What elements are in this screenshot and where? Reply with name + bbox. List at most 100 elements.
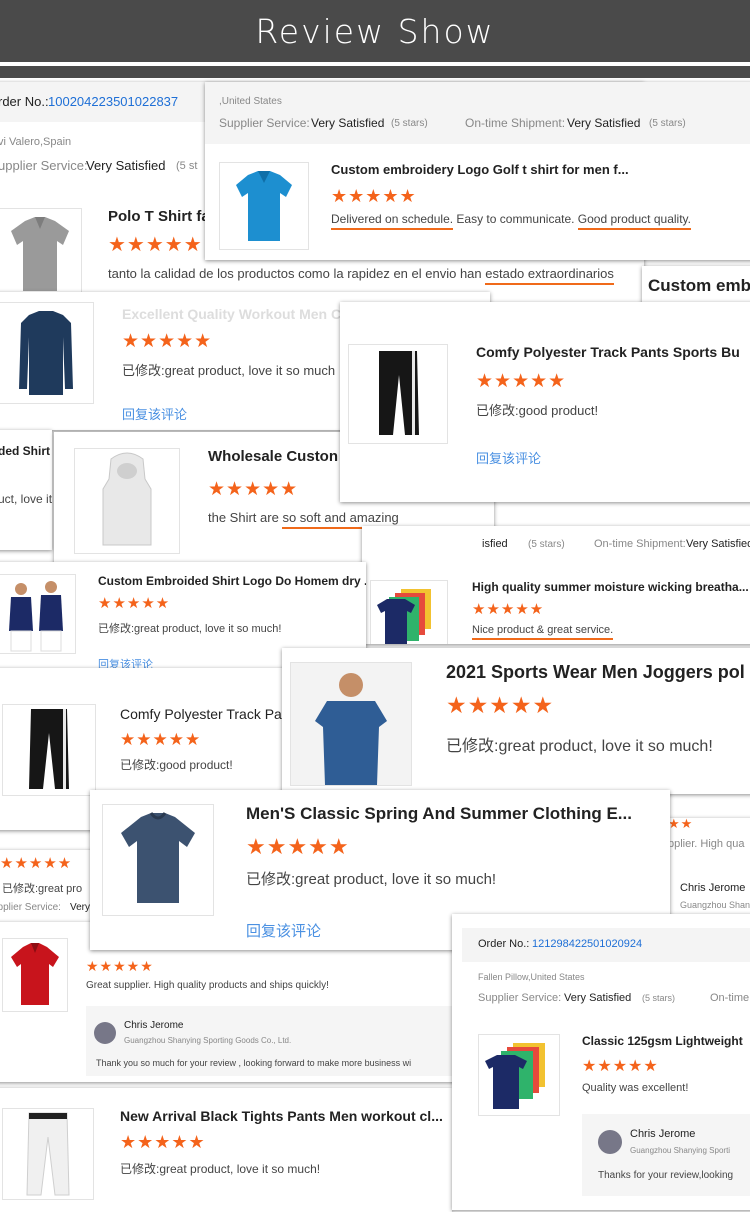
order-number-link[interactable]: 121298422501020924: [532, 938, 642, 950]
reply-link[interactable]: 回复该评论: [98, 656, 153, 668]
review-comment: 已修改:great product, love it so much!: [120, 1162, 321, 1176]
supplier-service-label: upplier Service:: [0, 158, 88, 173]
review-comment: 已修改:good product!: [120, 758, 233, 772]
review-header: [205, 82, 750, 144]
reply-link[interactable]: 回复该评论: [476, 448, 541, 467]
tights-icon: [3, 1109, 93, 1199]
reviewer-location: vi Valero,Spain: [0, 136, 72, 148]
rating-stars: ★★★★★: [98, 595, 171, 612]
product-thumbnail-golf[interactable]: [219, 162, 309, 250]
supplier-value-fragment: Very: [70, 902, 91, 913]
product-thumbnail-polo[interactable]: [0, 208, 82, 302]
supplier-reply: Chris Jerome Guangzhou Shanying Sporting…: [86, 1006, 460, 1076]
product-thumbnail-tshirts[interactable]: [478, 1034, 560, 1116]
order-number-link[interactable]: 100204223501022837: [48, 94, 178, 109]
reply-company: Guangzhou Shanying Sporti: [630, 1146, 731, 1155]
rating-stars: ★★★★★: [0, 855, 73, 872]
order-label: Order No.:: [478, 938, 530, 950]
product-thumbnail-vest[interactable]: [74, 448, 180, 554]
review-comment: the Shirt are so soft and amazing: [208, 510, 399, 529]
product-thumbnail-trackpants[interactable]: [348, 344, 448, 444]
review-card-moisture: isfied (5 stars) On-time Shipment: Very …: [362, 526, 750, 644]
product-title-link[interactable]: Comfy Polyester Track Pants Sports Bu: [476, 344, 740, 360]
review-comment: Delivered on schedule. Easy to communica…: [331, 212, 691, 230]
supplier-stars-note: (5 stars): [642, 993, 676, 1003]
reviewer-location: ,United States: [219, 96, 282, 107]
review-comment-highlight: estado extraordinarios: [485, 266, 614, 285]
reviewer-location: Fallen Pillow,United States: [478, 972, 585, 982]
rating-stars: ★★★★★: [108, 234, 203, 256]
supplier-value-fragment: isfied: [482, 538, 508, 550]
product-thumbnail-models[interactable]: [0, 574, 76, 654]
comment-text: Easy to communicate.: [453, 212, 578, 226]
reply-name: Chris Jerome: [124, 1020, 184, 1031]
supplier-stars-note: (5 stars): [528, 539, 565, 550]
polo-shirt-icon: [0, 209, 81, 301]
review-card-partial-right: ★★ pplier. High qua Chris Jerome Guangzh…: [668, 818, 750, 916]
product-thumbnail-redpolo[interactable]: [2, 938, 68, 1012]
track-pants-icon: [349, 345, 447, 443]
comment-fragment: 已修改:great pro: [2, 883, 83, 895]
product-title-fragment[interactable]: Custom emb: [648, 276, 750, 296]
shipment-value: Very Satisfied: [686, 538, 750, 550]
avatar-icon: [94, 1022, 116, 1044]
faded-product-title: Excellent Quality Workout Men C: [122, 306, 342, 322]
hooded-vest-icon: [75, 449, 179, 553]
shipment-stars-note: (5 stars): [649, 118, 686, 129]
product-thumbnail-tights[interactable]: [2, 1108, 94, 1200]
reply-name: Chris Jerome: [680, 882, 746, 894]
product-title-link[interactable]: Comfy Polyester Track Pa: [120, 706, 282, 722]
rating-stars: ★★★★★: [120, 730, 202, 749]
tshirt-stack-icon: [479, 1035, 559, 1115]
rating-stars: ★★★★★: [208, 479, 299, 500]
models-polo-icon: [0, 575, 75, 653]
reply-link[interactable]: 回复该评论: [246, 920, 321, 941]
banner-rule: [0, 66, 750, 78]
page-banner: Review Show: [0, 0, 750, 62]
reply-link[interactable]: 回复该评论: [122, 404, 187, 423]
product-thumbnail-longsleeve[interactable]: [0, 302, 94, 404]
product-title-link[interactable]: Custom Embroided Shirt Logo Do Homem dry…: [98, 574, 366, 588]
product-title-link[interactable]: New Arrival Black Tights Pants Men worko…: [120, 1108, 443, 1124]
shipment-label-fragment: On-time: [710, 992, 750, 1004]
rating-stars: ★★★★★: [120, 1132, 206, 1152]
product-thumbnail-tshirt[interactable]: [102, 804, 214, 916]
polo-shirt-icon: [220, 163, 308, 249]
rating-stars: ★★★★★: [476, 371, 567, 392]
review-card-emb-fragment: Custom emb: [642, 266, 750, 306]
product-thumbnail-trackpants[interactable]: [2, 704, 96, 796]
product-title-link[interactable]: High quality summer moisture wicking bre…: [472, 580, 749, 594]
review-comment: 已修改:great product, love it so much!: [246, 871, 497, 888]
page-title: Review Show: [255, 11, 495, 51]
review-comment: Quality was excellent!: [582, 1082, 689, 1094]
reply-company: Guangzhou Shanying Sporting Goods Co., L…: [124, 1036, 292, 1045]
product-thumbnail-model[interactable]: [290, 662, 412, 786]
supplier-service-value: Very Satisfied: [86, 158, 166, 173]
product-title-link[interactable]: 2021 Sports Wear Men Joggers pol: [446, 662, 745, 683]
comment-fragment: pplier. High qua: [668, 838, 745, 850]
supplier-stars-note: (5 stars): [391, 118, 428, 129]
product-title-link[interactable]: Wholesale Custon: [208, 448, 338, 465]
product-title-link[interactable]: Polo T Shirt fa: [108, 208, 210, 225]
review-comment: Nice product & great service.: [472, 624, 614, 640]
review-card-tights: New Arrival Black Tights Pants Men worko…: [0, 1088, 452, 1212]
review-card-joggers: 2021 Sports Wear Men Joggers pol ★★★★★ 已…: [282, 648, 750, 794]
product-title-link[interactable]: Custom embroidery Logo Golf t shirt for …: [331, 162, 629, 177]
track-pants-icon: [3, 705, 95, 795]
supplier-service-label: Supplier Service:: [219, 116, 310, 130]
rating-stars: ★★★★★: [122, 331, 213, 352]
supplier-service-label: Supplier Service:: [478, 992, 562, 1004]
shipment-label: On-time Shipment:: [465, 116, 566, 130]
product-title-fragment: ded Shirt: [0, 444, 51, 458]
reply-name: Chris Jerome: [630, 1128, 696, 1140]
shipment-label: On-time Shipment:: [594, 538, 686, 550]
rating-stars: ★★★★★: [582, 1058, 659, 1075]
review-card-golf: ,United States Supplier Service: Very Sa…: [205, 82, 750, 260]
product-title-link[interactable]: Classic 125gsm Lightweight: [582, 1034, 743, 1048]
product-title-link[interactable]: Men'S Classic Spring And Summer Clothing…: [246, 804, 632, 824]
avatar-icon: [598, 1130, 622, 1154]
supplier-stars-note: (5 st: [176, 160, 198, 172]
product-thumbnail-tshirts[interactable]: [370, 580, 448, 644]
supplier-reply: Chris Jerome Guangzhou Shanying Sporti T…: [582, 1114, 750, 1196]
shipment-value: Very Satisfied: [567, 116, 641, 130]
